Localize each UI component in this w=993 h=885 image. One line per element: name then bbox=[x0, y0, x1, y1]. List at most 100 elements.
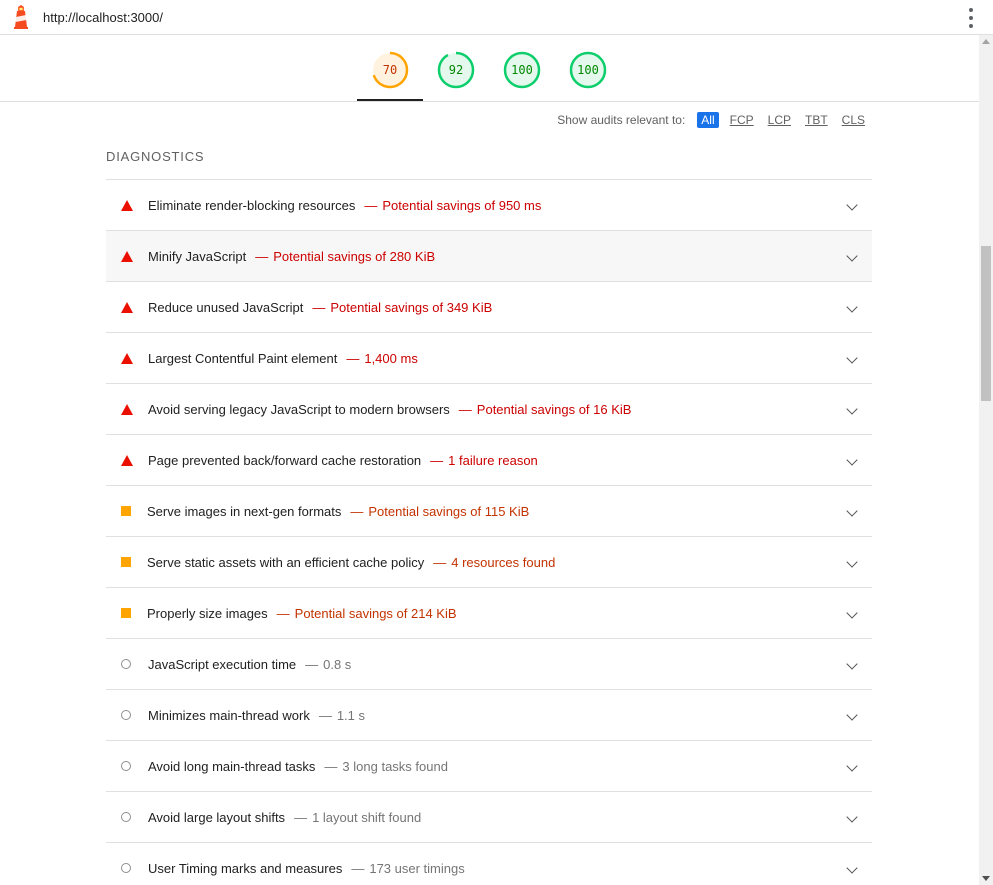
audit-display-value: 1 layout shift found bbox=[312, 809, 422, 825]
audit-row[interactable]: Page prevented back/forward cache restor… bbox=[106, 434, 872, 485]
audit-row[interactable]: Eliminate render-blocking resources — Pote… bbox=[106, 179, 872, 230]
url-bar: http://localhost:3000/ bbox=[0, 0, 993, 35]
audit-title: Minimizes main-thread work bbox=[148, 707, 310, 723]
chevron-down-icon[interactable] bbox=[846, 760, 858, 772]
audit-separator: — bbox=[430, 452, 444, 468]
audit-title: Serve static assets with an efficient ca… bbox=[147, 554, 425, 570]
audit-display-value: Potential savings of 214 KiB bbox=[294, 605, 457, 621]
audit-separator: — bbox=[433, 554, 447, 570]
fail-triangle-icon bbox=[106, 384, 148, 435]
score-gauges: 70 92 100 100 bbox=[0, 35, 979, 102]
gauge-score: 100 bbox=[511, 63, 533, 77]
filter-fcp[interactable]: FCP bbox=[727, 112, 757, 128]
average-square-icon bbox=[106, 486, 148, 537]
chevron-down-icon[interactable] bbox=[846, 811, 858, 823]
chevron-down-icon[interactable] bbox=[846, 301, 858, 313]
audit-separator: — bbox=[458, 401, 472, 417]
audit-title: Largest Contentful Paint element bbox=[148, 350, 338, 366]
gauge-score: 100 bbox=[577, 63, 599, 77]
audit-display-value: Potential savings of 280 KiB bbox=[273, 248, 436, 264]
audit-row[interactable]: Minify JavaScript — Potential savings of 2… bbox=[106, 230, 872, 281]
gauge-score: 92 bbox=[448, 63, 464, 77]
info-circle-icon bbox=[106, 792, 148, 843]
audit-title: User Timing marks and measures bbox=[148, 860, 343, 876]
audit-display-value: 0.8 s bbox=[323, 656, 352, 672]
fail-triangle-icon bbox=[106, 333, 148, 384]
audit-row[interactable]: Largest Contentful Paint element —1,400 m… bbox=[106, 332, 872, 383]
audit-separator: — bbox=[350, 503, 364, 519]
chevron-down-icon[interactable] bbox=[846, 556, 858, 568]
audit-display-value: 1.1 s bbox=[336, 707, 366, 723]
audit-list: Eliminate render-blocking resources — Pote… bbox=[106, 179, 872, 885]
filter-label: Show audits relevant to: bbox=[557, 113, 686, 127]
audit-row[interactable]: Avoid large layout shifts —1 layout shift… bbox=[106, 791, 872, 842]
audit-title: Reduce unused JavaScript bbox=[148, 299, 304, 315]
audit-row[interactable]: Serve images in next-gen formats — Potenti… bbox=[106, 485, 872, 536]
filter-lcp[interactable]: LCP bbox=[765, 112, 794, 128]
chevron-down-icon[interactable] bbox=[846, 607, 858, 619]
chevron-down-icon[interactable] bbox=[846, 862, 858, 874]
filter-tbt[interactable]: TBT bbox=[802, 112, 831, 128]
lighthouse-icon bbox=[14, 5, 28, 29]
audit-title: Avoid long main-thread tasks bbox=[148, 758, 316, 774]
fail-triangle-icon bbox=[106, 282, 148, 333]
audit-row[interactable]: Minimizes main-thread work —1.1 s bbox=[106, 689, 872, 740]
chevron-down-icon[interactable] bbox=[846, 658, 858, 670]
audit-display-value: 1 failure reason bbox=[448, 452, 538, 468]
audit-separator: — bbox=[294, 809, 308, 825]
audit-display-value: Potential savings of 950 ms bbox=[382, 197, 542, 213]
more-vert-icon[interactable] bbox=[967, 8, 975, 28]
audit-row[interactable]: User Timing marks and measures —173 user … bbox=[106, 842, 872, 885]
chevron-down-icon[interactable] bbox=[846, 505, 858, 517]
filter-cls[interactable]: CLS bbox=[839, 112, 868, 128]
section-title: DIAGNOSTICS bbox=[106, 149, 205, 164]
chevron-down-icon[interactable] bbox=[846, 709, 858, 721]
audit-title: Avoid serving legacy JavaScript to moder… bbox=[148, 401, 450, 417]
audit-display-value: 1,400 ms bbox=[364, 350, 418, 366]
audit-filter: Show audits relevant to: All FCP LCP TBT… bbox=[557, 112, 868, 128]
chevron-down-icon[interactable] bbox=[846, 352, 858, 364]
audit-separator: — bbox=[305, 656, 319, 672]
audit-separator: — bbox=[255, 248, 269, 264]
chevron-down-icon[interactable] bbox=[846, 250, 858, 262]
gauge-best-practices[interactable]: 100 bbox=[503, 51, 541, 89]
vertical-scrollbar[interactable] bbox=[979, 35, 993, 885]
audit-separator: — bbox=[318, 707, 332, 723]
audit-row[interactable]: Avoid serving legacy JavaScript to moder… bbox=[106, 383, 872, 434]
chevron-down-icon[interactable] bbox=[846, 454, 858, 466]
audit-separator: — bbox=[324, 758, 338, 774]
report-url[interactable]: http://localhost:3000/ bbox=[43, 10, 163, 25]
audit-row[interactable]: Reduce unused JavaScript — Potential savin… bbox=[106, 281, 872, 332]
audit-row[interactable]: Avoid long main-thread tasks —3 long task… bbox=[106, 740, 872, 791]
fail-triangle-icon bbox=[106, 180, 148, 231]
scroll-down-arrow-icon[interactable] bbox=[982, 876, 990, 881]
gauge-performance[interactable]: 70 bbox=[371, 51, 409, 89]
scroll-thumb[interactable] bbox=[981, 246, 991, 401]
audit-row[interactable]: Properly size images — Potential savings o… bbox=[106, 587, 872, 638]
audit-row[interactable]: Serve static assets with an efficient ca… bbox=[106, 536, 872, 587]
average-square-icon bbox=[106, 588, 148, 639]
info-circle-icon bbox=[106, 741, 148, 792]
audit-row[interactable]: JavaScript execution time —0.8 s bbox=[106, 638, 872, 689]
audit-separator: — bbox=[276, 605, 290, 621]
chevron-down-icon[interactable] bbox=[846, 403, 858, 415]
info-circle-icon bbox=[106, 690, 148, 741]
audit-display-value: 173 user timings bbox=[369, 860, 465, 876]
fail-triangle-icon bbox=[106, 435, 148, 486]
gauge-seo[interactable]: 100 bbox=[569, 51, 607, 89]
gauge-accessibility[interactable]: 92 bbox=[437, 51, 475, 89]
audit-separator: — bbox=[346, 350, 360, 366]
audit-display-value: Potential savings of 16 KiB bbox=[476, 401, 632, 417]
audit-title: Avoid large layout shifts bbox=[148, 809, 286, 825]
audit-display-value: 4 resources found bbox=[451, 554, 556, 570]
info-circle-icon bbox=[106, 843, 148, 885]
fail-triangle-icon bbox=[106, 231, 148, 282]
audit-title: Minify JavaScript bbox=[148, 248, 247, 264]
audit-separator: — bbox=[364, 197, 378, 213]
audit-separator: — bbox=[351, 860, 365, 876]
active-gauge-underline bbox=[357, 99, 423, 101]
filter-all[interactable]: All bbox=[697, 112, 719, 128]
audit-title: Serve images in next-gen formats bbox=[147, 503, 342, 519]
chevron-down-icon[interactable] bbox=[846, 199, 858, 211]
scroll-up-arrow-icon[interactable] bbox=[982, 39, 990, 44]
